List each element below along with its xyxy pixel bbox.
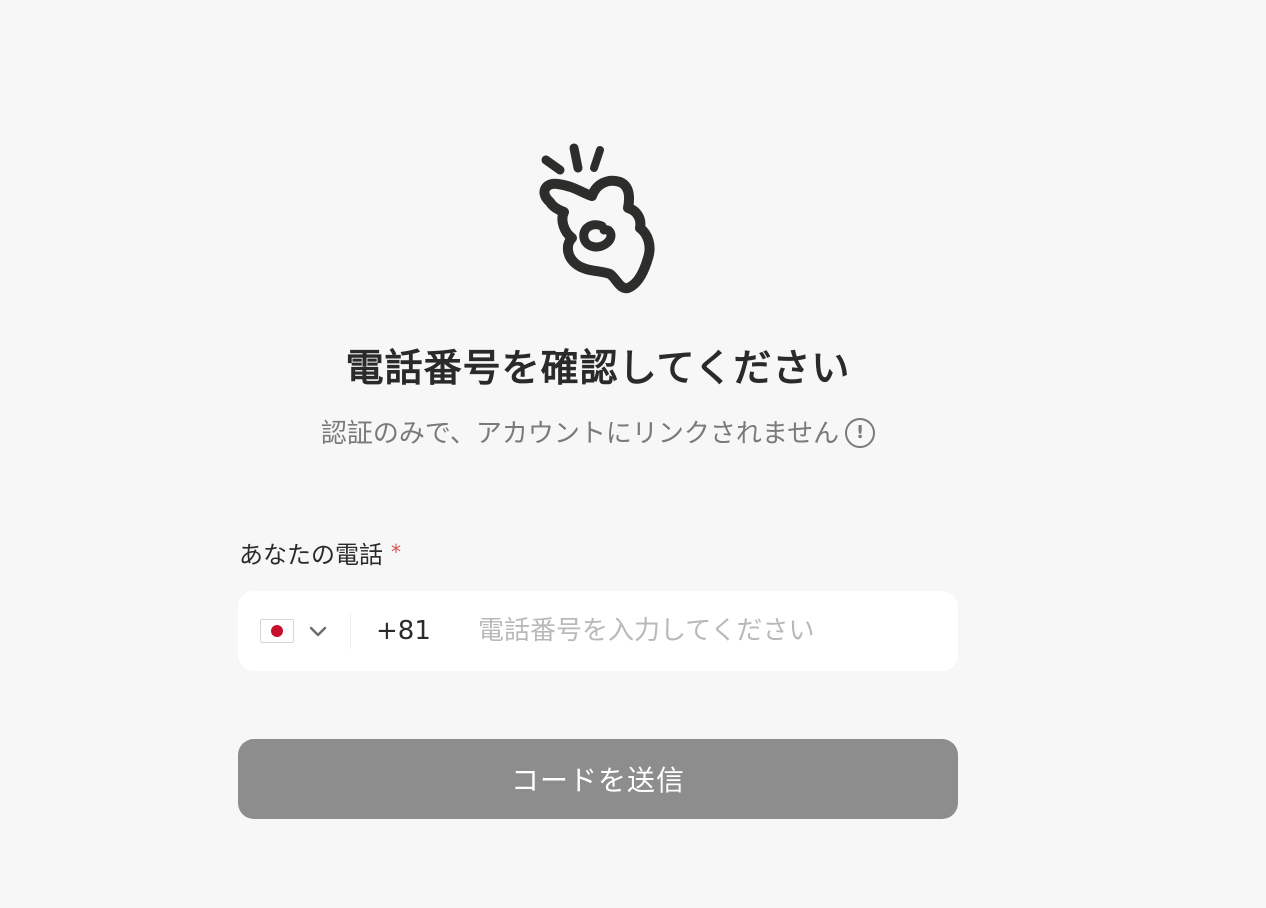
phone-field-label: あなたの電話 * (239, 535, 401, 570)
japan-flag-icon[interactable] (260, 619, 294, 643)
phone-label-text: あなたの電話 (239, 541, 383, 569)
hand-gesture-logo-icon (539, 143, 655, 294)
phone-number-input[interactable] (478, 611, 938, 651)
flag-red-circle (271, 625, 283, 637)
phone-input-group: +81 (238, 591, 958, 671)
send-code-button[interactable]: コードを送信 (238, 739, 958, 819)
info-icon[interactable]: ! (845, 417, 876, 448)
chevron-down-icon[interactable] (306, 619, 330, 643)
country-divider (350, 613, 351, 649)
required-asterisk: * (391, 540, 401, 564)
page-subtitle: 認証のみで、アカウントにリンクされません! (0, 413, 1196, 450)
country-dial-code: +81 (376, 616, 431, 646)
subtitle-text: 認証のみで、アカウントにリンクされません (320, 419, 840, 449)
page-title: 電話番号を確認してください (345, 346, 851, 390)
